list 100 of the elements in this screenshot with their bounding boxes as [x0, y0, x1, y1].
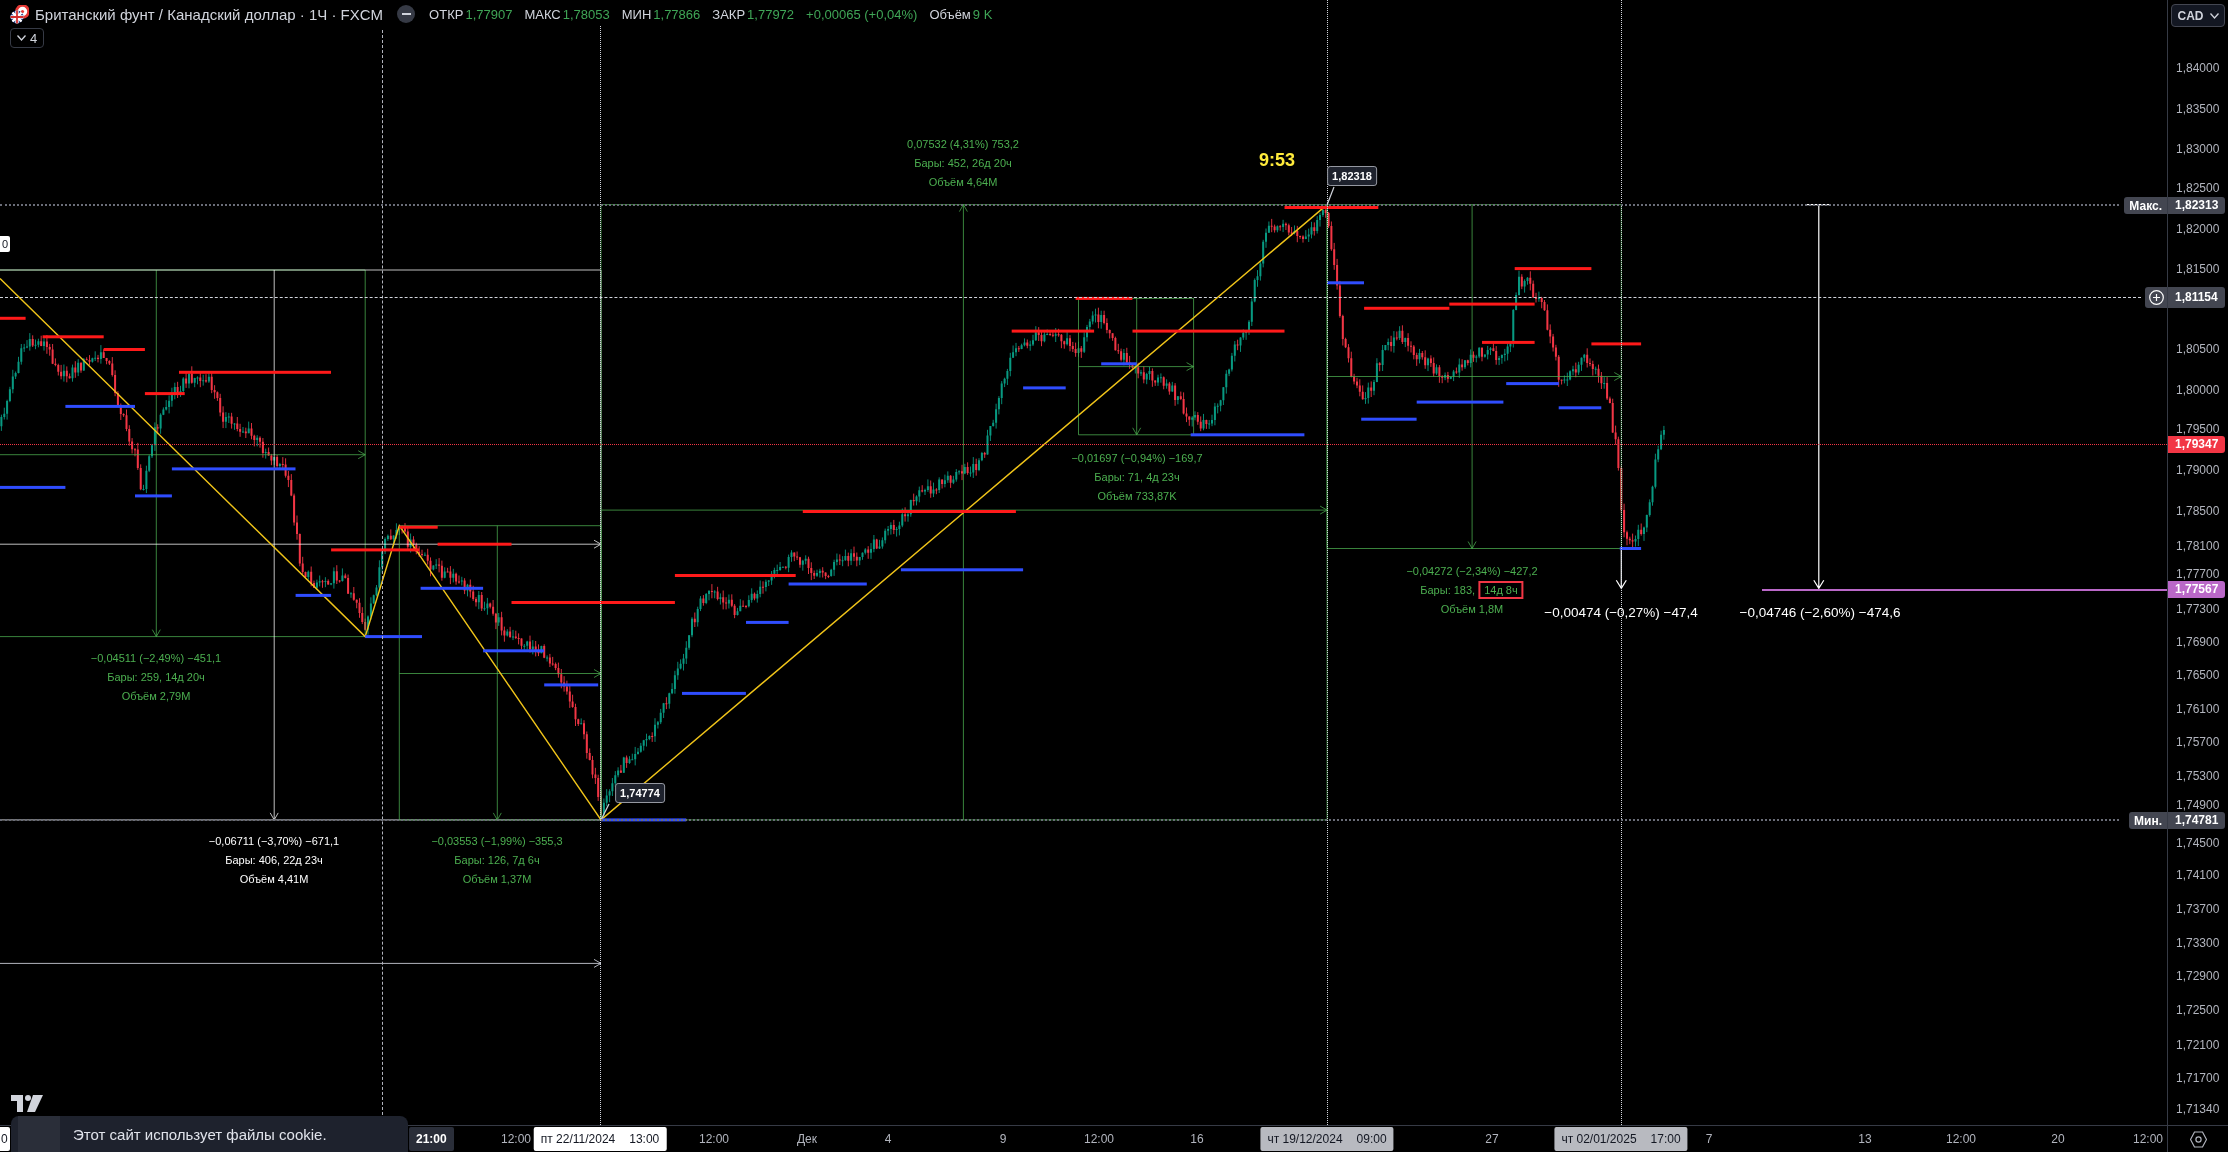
price-tick: 1,73700 — [2176, 902, 2220, 916]
support-line — [682, 691, 746, 695]
range-change: −0,03553 (−1,99%) −355,3 — [431, 834, 563, 848]
label-time: 09:00 — [1356, 1132, 1387, 1146]
resistance-line — [1591, 342, 1642, 346]
label-date: пт 22/11/2024 — [540, 1132, 616, 1146]
price-tick: 1,74500 — [2176, 836, 2220, 850]
support-line — [746, 620, 789, 624]
time-tick: Дек — [796, 1132, 818, 1146]
quote-value: 1,77866 — [653, 6, 701, 22]
chevron-down-icon — [2209, 12, 2219, 19]
time-tick: 4 — [884, 1132, 892, 1146]
support-line — [1558, 406, 1602, 410]
support-line — [0, 485, 66, 489]
support-line — [544, 683, 599, 687]
price-tick: 1,77300 — [2176, 602, 2220, 616]
range-volume: Объём 1,8M — [1440, 602, 1504, 616]
resistance-line — [1075, 296, 1133, 300]
resistance-line — [42, 335, 104, 339]
price-tick: 1,78500 — [2176, 504, 2220, 518]
time-tick: 9 — [999, 1132, 1007, 1146]
range-bars: Бары: 452, 26д 20ч — [914, 156, 1012, 170]
label-time: 0 — [1, 1132, 8, 1146]
indicators-toggle-button[interactable]: 4 — [10, 28, 45, 48]
time-tick: 12:00 — [1084, 1132, 1114, 1146]
label-time: 17:00 — [1650, 1132, 1681, 1146]
countdown-timer: 9:53 — [1259, 149, 1295, 171]
price-tick: 1,74900 — [2176, 798, 2220, 812]
highlighted-duration: 14д 8ч — [1478, 581, 1524, 599]
range-volume: Объём 733,87K — [1097, 489, 1177, 503]
range-change: −0,06711 (−3,70%) −671,1 — [208, 834, 340, 848]
time-tick: 13 — [1858, 1132, 1872, 1146]
resistance-line — [399, 525, 438, 529]
price-tick: 1,76900 — [2176, 635, 2220, 649]
minus-icon — [401, 13, 411, 15]
price-label: 0 — [0, 236, 11, 252]
support-line — [135, 494, 172, 498]
support-line — [1101, 362, 1137, 366]
price-tick: 1,79000 — [2176, 463, 2220, 477]
quote-value: 1,77972 — [747, 6, 795, 22]
price-tag: Макс. — [2124, 197, 2167, 214]
support-line — [483, 649, 545, 653]
range-bars: Бары: 183, — [1420, 583, 1476, 597]
plus-circle-icon — [2148, 290, 2164, 305]
range-bars: Бары: 406, 22д 23ч — [225, 853, 323, 867]
time-tick: 12:00 — [501, 1132, 531, 1146]
price-tick: 1,81500 — [2176, 262, 2220, 276]
price-tick: 1,84000 — [2176, 61, 2220, 75]
label-date: чт 19/12/2024 — [1267, 1132, 1343, 1146]
chevron-down-icon — [17, 35, 26, 41]
range-volume: Объём 1,37M — [462, 872, 532, 886]
quote-label: МАКС — [524, 6, 561, 22]
volume-label: Объём — [929, 6, 971, 22]
resistance-line — [144, 392, 185, 396]
support-line — [65, 404, 135, 408]
symbol-title[interactable]: Британский фунт / Канадский доллар · 1Ч · FXCM — [35, 5, 384, 23]
settings-icon[interactable] — [2189, 1130, 2207, 1148]
currency-button[interactable]: CAD — [2171, 4, 2225, 27]
price-tick: 1,80000 — [2176, 383, 2220, 397]
range-change: −0,04272 (−2,34%) −427,2 — [1406, 564, 1538, 578]
range-change: −0,04511 (−2,49%) −451,1 — [90, 651, 222, 665]
label-time: 21:00 — [416, 1132, 447, 1146]
quote-value: 1,77907 — [465, 6, 513, 22]
price-tick: 1,71700 — [2176, 1071, 2220, 1085]
volume-value: 9 K — [972, 6, 993, 22]
label-date: чт 02/01/2025 — [1561, 1132, 1637, 1146]
time-tick: 20 — [2051, 1132, 2065, 1146]
currency-flags-icon — [10, 4, 29, 24]
price-tick: 1,78100 — [2176, 539, 2220, 553]
support-line — [1506, 382, 1559, 386]
support-line — [1361, 417, 1417, 421]
range-change: 0,07532 (4,31%) 753,2 — [907, 137, 1019, 151]
price-tick: 1,72900 — [2176, 969, 2220, 983]
price-tick: 1,72500 — [2176, 1003, 2220, 1017]
time-tick: 7 — [1705, 1132, 1713, 1146]
price-tick: 1,82500 — [2176, 181, 2220, 195]
price-label: 1,82313 — [2168, 196, 2225, 214]
price-tick: 1,72100 — [2176, 1038, 2220, 1052]
time-tick: 27 — [1485, 1132, 1499, 1146]
resistance-line — [1482, 340, 1535, 344]
add-alert-button[interactable] — [2145, 287, 2167, 308]
price-tick: 1,83500 — [2176, 102, 2220, 116]
support-line — [1023, 386, 1066, 390]
range-bars: Бары: 126, 7д 6ч — [454, 853, 540, 867]
price-tick: 1,74100 — [2176, 868, 2220, 882]
minus-button[interactable] — [397, 5, 416, 23]
time-tick: 12:00 — [699, 1132, 729, 1146]
support-line — [295, 593, 332, 597]
price-tag: Мин. — [2129, 812, 2167, 829]
price-label: 1,81154 — [2168, 286, 2225, 308]
price-tick: 1,76500 — [2176, 668, 2220, 682]
quote-label: ЗАКР — [712, 6, 746, 22]
support-line — [1619, 547, 1642, 550]
logo-icon[interactable] — [11, 1095, 43, 1112]
price-label: 1,74781 — [2168, 811, 2225, 829]
price-change: +0,00065 (+0,04%) — [806, 6, 918, 22]
price-tick: 1,75700 — [2176, 735, 2220, 749]
price-note: 1,82318 — [1327, 166, 1377, 186]
price-tick: 1,79500 — [2176, 422, 2220, 436]
range-change: −0,00474 (−0,27%) −47,4 — [1544, 605, 1698, 621]
